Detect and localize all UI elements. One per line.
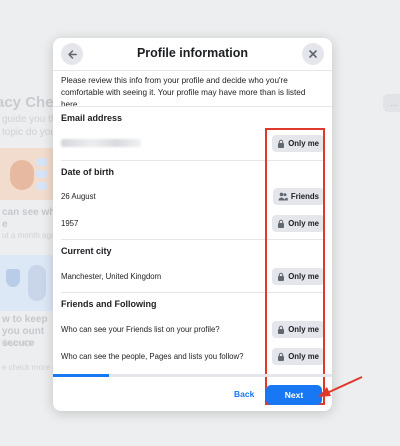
audience-label: Only me: [288, 219, 319, 228]
bg-card-meta: ut a month ago: [2, 231, 56, 240]
following-audience-button[interactable]: Only me: [272, 348, 324, 365]
divider: [61, 292, 324, 293]
following-question: Who can see the people, Pages and lists …: [61, 352, 244, 361]
section-title-email: Email address: [61, 113, 123, 123]
profile-fields-list[interactable]: Email address Only me Date of birth 26 A…: [53, 107, 332, 407]
friends-icon: [278, 192, 288, 201]
back-arrow-button[interactable]: [61, 43, 83, 65]
close-icon: [309, 50, 317, 58]
next-button[interactable]: Next: [266, 385, 322, 405]
dob-day-audience-button[interactable]: Friends: [272, 188, 324, 205]
divider: [61, 239, 324, 240]
next-label: Next: [284, 390, 304, 400]
divider: [61, 160, 324, 161]
lock-icon: [278, 139, 285, 148]
back-button[interactable]: Back: [234, 389, 254, 399]
dialog-header: Profile information: [53, 38, 332, 71]
lock-icon: [278, 219, 285, 228]
lock-icon: [278, 352, 285, 361]
bg-card-illustration: [0, 255, 56, 311]
arrow-left-icon: [67, 49, 77, 59]
close-button[interactable]: [302, 43, 324, 65]
bg-card-meta: days ago: [2, 338, 35, 347]
bg-footer: e check more p: [2, 363, 57, 372]
section-title-friends: Friends and Following: [61, 299, 157, 309]
lock-icon: [278, 272, 285, 281]
city-audience-button[interactable]: Only me: [272, 268, 324, 285]
email-audience-button[interactable]: Only me: [272, 135, 324, 152]
audience-label: Only me: [288, 325, 319, 334]
section-title-city: Current city: [61, 246, 112, 256]
lock-icon: [278, 325, 285, 334]
friends-list-audience-button[interactable]: Only me: [272, 321, 324, 338]
dialog-footer: Back Next: [53, 377, 332, 411]
dob-year-value: 1957: [61, 219, 79, 228]
dialog-title: Profile information: [136, 46, 249, 60]
audience-label: Only me: [288, 272, 319, 281]
section-title-dob: Date of birth: [61, 167, 114, 177]
friends-list-question: Who can see your Friends list on your pr…: [61, 325, 220, 334]
email-value-redacted: [61, 139, 141, 147]
audience-label: Only me: [288, 352, 319, 361]
audience-label: Only me: [288, 139, 319, 148]
audience-label: Friends: [290, 192, 319, 201]
bg-card-illustration: [0, 148, 56, 200]
profile-information-dialog: Profile information Please review this i…: [53, 38, 332, 411]
dob-day-value: 26 August: [61, 192, 96, 201]
bg-more-button: ...: [383, 94, 400, 112]
dob-year-audience-button[interactable]: Only me: [272, 215, 324, 232]
city-value: Manchester, United Kingdom: [61, 272, 162, 281]
